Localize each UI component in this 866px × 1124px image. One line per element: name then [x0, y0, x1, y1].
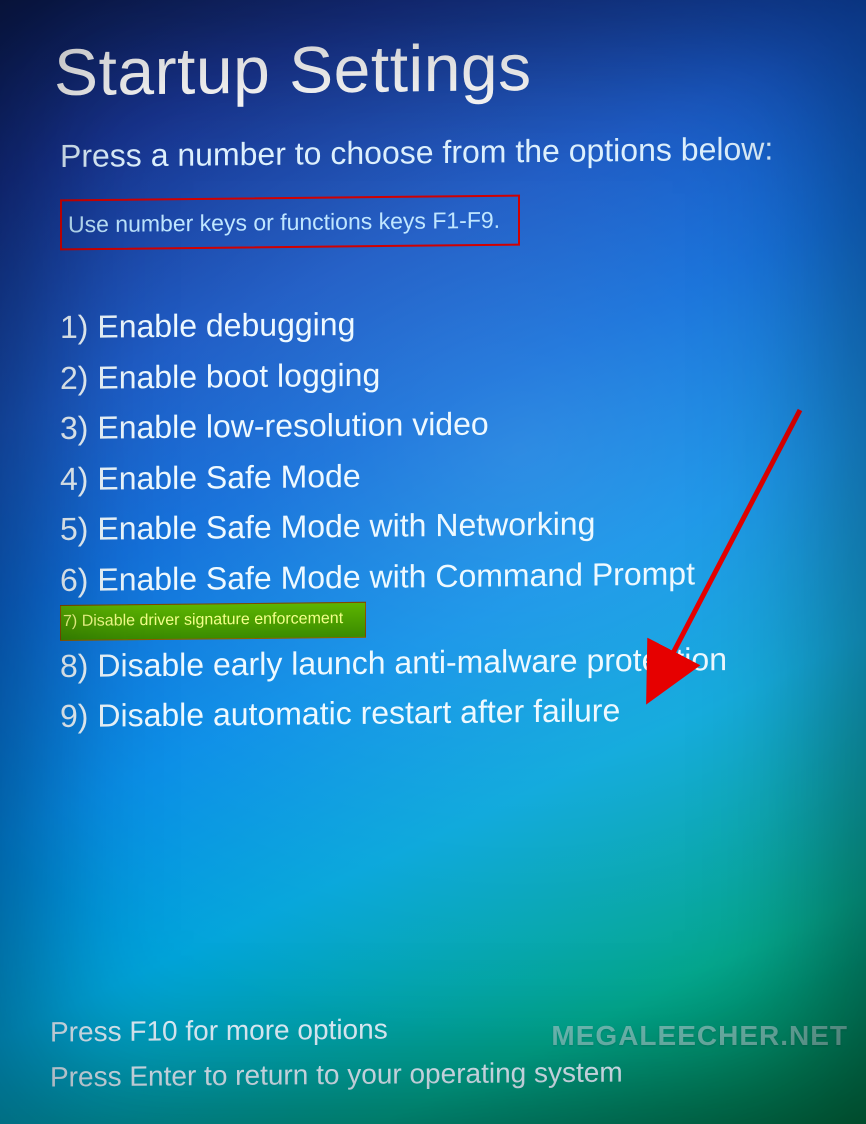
boot-option-4[interactable]: 4) Enable Safe Mode: [60, 446, 826, 505]
boot-option-1[interactable]: 1) Enable debugging: [60, 294, 826, 353]
footer-instructions: Press F10 for more options Press Enter t…: [50, 1006, 623, 1101]
option-number: 2): [60, 359, 88, 395]
boot-option-3[interactable]: 3) Enable low-resolution video: [60, 395, 826, 454]
option-number: 3): [60, 410, 88, 446]
boot-options-list: 1) Enable debugging 2) Enable boot loggi…: [60, 294, 826, 742]
boot-option-2[interactable]: 2) Enable boot logging: [60, 345, 826, 404]
page-title: Startup Settings: [54, 26, 826, 110]
footer-more-options: Press F10 for more options: [50, 1006, 623, 1056]
option-label: Enable low-resolution video: [97, 406, 488, 446]
option-number: 6): [60, 561, 88, 597]
option-label: Disable driver signature enforcement: [82, 610, 343, 630]
option-label: Enable Safe Mode with Command Prompt: [97, 555, 695, 597]
option-label: Disable automatic restart after failure: [97, 692, 620, 733]
boot-option-6[interactable]: 6) Enable Safe Mode with Command Prompt: [60, 547, 826, 606]
startup-settings-screen: Startup Settings Press a number to choos…: [0, 0, 866, 1124]
boot-option-5[interactable]: 5) Enable Safe Mode with Networking: [60, 496, 826, 555]
footer-return: Press Enter to return to your operating …: [50, 1051, 623, 1101]
option-number: 1): [60, 309, 88, 345]
key-hint-text: Use number keys or functions keys F1-F9.: [68, 207, 500, 238]
option-number: 4): [60, 460, 88, 496]
option-number: 9): [60, 698, 88, 734]
option-number: 5): [60, 511, 88, 547]
boot-option-9[interactable]: 9) Disable automatic restart after failu…: [60, 683, 826, 742]
watermark-text: MEGALEECHER.NET: [551, 1020, 848, 1052]
option-label: Disable early launch anti-malware protec…: [97, 641, 727, 684]
option-number: 7): [63, 613, 77, 630]
page-subtitle: Press a number to choose from the option…: [60, 130, 826, 175]
option-label: Enable debugging: [97, 306, 355, 345]
option-label: Enable Safe Mode: [97, 458, 360, 497]
hint-annotation-box: Use number keys or functions keys F1-F9.: [60, 195, 520, 251]
option-label: Enable boot logging: [97, 356, 380, 395]
option-number: 8): [60, 647, 88, 683]
option-label: Enable Safe Mode with Networking: [97, 506, 595, 547]
boot-option-8[interactable]: 8) Disable early launch anti-malware pro…: [60, 633, 826, 692]
